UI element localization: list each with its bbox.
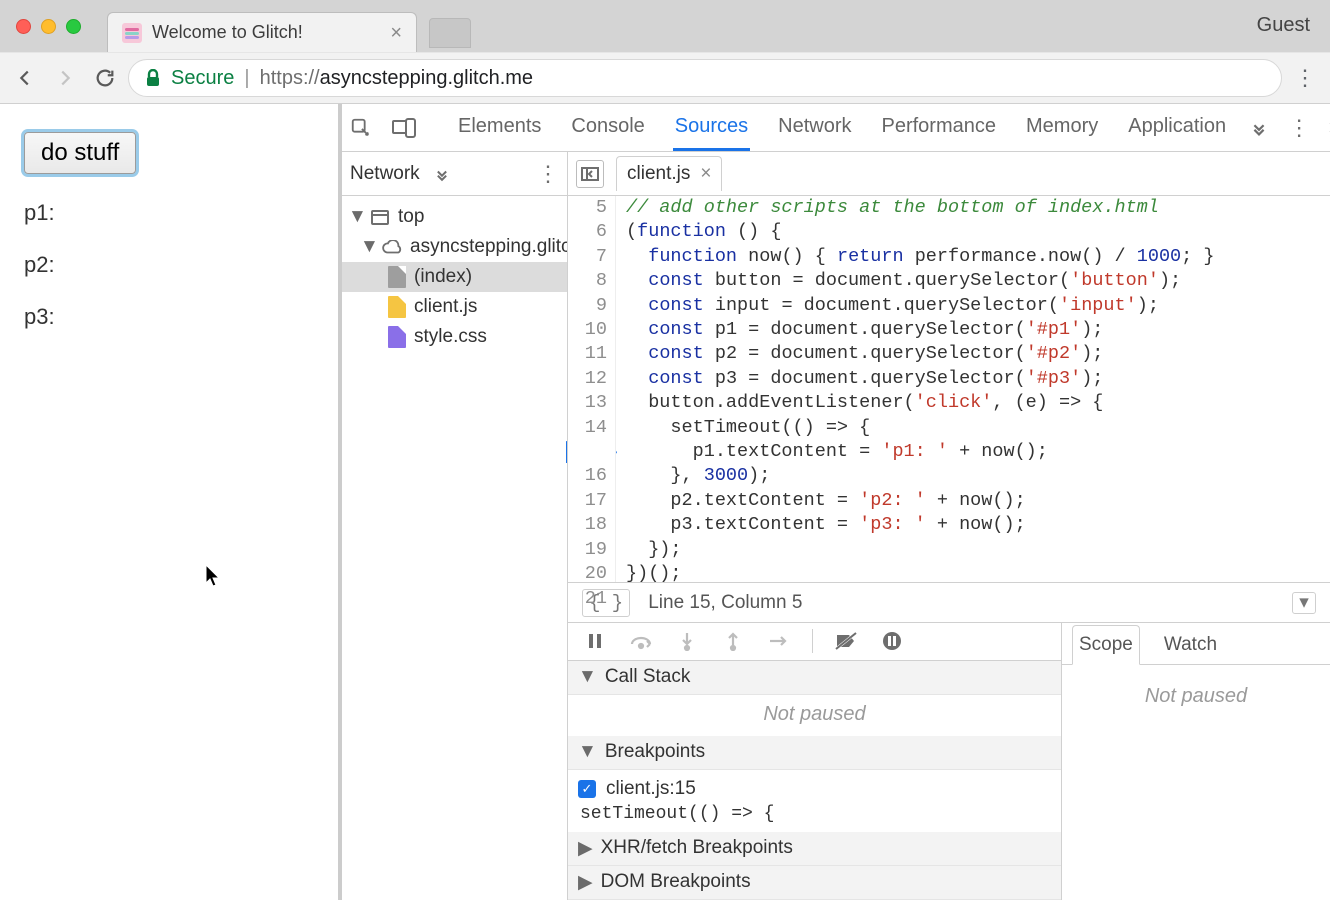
breakpoint-checkbox[interactable]: ✓ <box>578 780 596 798</box>
url: https://asyncstepping.glitch.me <box>260 67 533 90</box>
step-into-icon[interactable] <box>674 628 700 654</box>
devtools-tab-application[interactable]: Application <box>1126 105 1228 151</box>
file-tree: ▼ top ▼ asyncstepping.glitc (index) <box>342 196 567 900</box>
js-file-icon <box>388 296 406 318</box>
devtools-tab-performance[interactable]: Performance <box>880 105 999 151</box>
reload-button[interactable] <box>88 61 122 95</box>
omnibox-separator: | <box>244 67 249 90</box>
window-icon <box>370 207 390 227</box>
browser-tab[interactable]: Welcome to Glitch! × <box>107 12 417 52</box>
document-icon <box>388 266 406 288</box>
scope-tab[interactable]: Scope <box>1072 625 1140 665</box>
step-out-icon[interactable] <box>720 628 746 654</box>
debugger-pane: ▼Call Stack Not paused ▼Breakpoints ✓ cl… <box>568 622 1330 900</box>
page-viewport: do stuff p1: p2: p3: <box>0 104 342 900</box>
inspect-element-icon[interactable] <box>350 113 372 143</box>
css-file-icon <box>388 326 406 348</box>
devtools-tab-network[interactable]: Network <box>776 105 853 151</box>
device-toolbar-icon[interactable] <box>392 113 416 143</box>
devtools: Elements Console Sources Network Performance… <box>342 104 1330 900</box>
browser-menu-icon[interactable]: ⋮ <box>1288 65 1322 91</box>
tree-file-stylecss[interactable]: style.css <box>342 322 567 352</box>
file-tab-label: client.js <box>627 163 690 185</box>
tree-file-label: client.js <box>414 296 477 318</box>
secure-label: Secure <box>171 67 234 90</box>
navigator-overflow-icon[interactable] <box>432 164 452 184</box>
devtools-tab-elements[interactable]: Elements <box>456 105 543 151</box>
cursor-position: Line 15, Column 5 <box>648 592 802 614</box>
favicon-icon <box>122 23 142 43</box>
close-tab-icon[interactable]: × <box>390 23 402 43</box>
breakpoint-item[interactable]: ✓ client.js:15 setTimeout(() => { <box>568 770 1061 832</box>
navigator-mode[interactable]: Network <box>350 163 420 185</box>
devtools-menu-icon[interactable]: ⋮ <box>1288 115 1310 141</box>
breakpoint-snippet: setTimeout(() => { <box>580 804 1051 824</box>
deactivate-breakpoints-icon[interactable] <box>833 628 859 654</box>
tree-origin[interactable]: ▼ asyncstepping.glitc <box>342 232 567 262</box>
tab-title: Welcome to Glitch! <box>152 22 380 43</box>
pause-on-exceptions-icon[interactable] <box>879 628 905 654</box>
browser-toolbar: Secure | https://asyncstepping.glitch.me… <box>0 52 1330 104</box>
p1-label: p1: <box>24 200 314 226</box>
maximize-window-icon[interactable] <box>66 19 81 34</box>
scope-watch-tabs: Scope Watch <box>1062 623 1330 665</box>
debug-controls <box>568 623 1061 661</box>
sources-navigator: Network ⋮ ▼ top ▼ asyncstepp <box>342 152 568 900</box>
overflow-tabs-icon[interactable] <box>1248 117 1270 139</box>
tree-file-index[interactable]: (index) <box>342 262 567 292</box>
navigator-menu-icon[interactable]: ⋮ <box>537 161 559 187</box>
file-tab-clientjs[interactable]: client.js × <box>616 156 722 191</box>
dom-breakpoints-header[interactable]: ▶DOM Breakpoints <box>568 866 1061 900</box>
forward-button[interactable] <box>48 61 82 95</box>
tree-origin-label: asyncstepping.glitc <box>410 236 567 258</box>
tree-file-label: (index) <box>414 266 472 288</box>
breakpoints-header[interactable]: ▼Breakpoints <box>568 736 1061 770</box>
user-badge[interactable]: Guest <box>1257 14 1310 37</box>
callstack-header[interactable]: ▼Call Stack <box>568 661 1061 695</box>
source-statusbar: { } Line 15, Column 5 ▾ <box>568 582 1330 622</box>
breakpoint-label: client.js:15 <box>606 778 696 800</box>
address-bar[interactable]: Secure | https://asyncstepping.glitch.me <box>128 59 1282 97</box>
close-file-tab-icon[interactable]: × <box>700 163 711 185</box>
browser-tabbar: Welcome to Glitch! × Guest <box>0 0 1330 52</box>
window-controls <box>0 19 97 52</box>
scope-state: Not paused <box>1145 685 1247 708</box>
toggle-navigator-icon[interactable] <box>576 160 604 188</box>
mouse-cursor-icon <box>205 564 223 588</box>
lock-icon <box>145 69 161 87</box>
back-button[interactable] <box>8 61 42 95</box>
new-tab-button[interactable] <box>429 18 471 48</box>
tree-top[interactable]: ▼ top <box>342 202 567 232</box>
do-stuff-button[interactable]: do stuff <box>24 132 136 174</box>
step-over-icon[interactable] <box>628 628 654 654</box>
p3-label: p3: <box>24 304 314 330</box>
tree-file-label: style.css <box>414 326 487 348</box>
devtools-tab-sources[interactable]: Sources <box>673 105 750 151</box>
minimize-window-icon[interactable] <box>41 19 56 34</box>
devtools-tab-console[interactable]: Console <box>569 105 646 151</box>
source-editor: client.js × 5678910111213141516171819202… <box>568 152 1330 900</box>
step-icon[interactable] <box>766 628 792 654</box>
p2-label: p2: <box>24 252 314 278</box>
close-window-icon[interactable] <box>16 19 31 34</box>
devtools-tab-memory[interactable]: Memory <box>1024 105 1100 151</box>
pause-icon[interactable] <box>582 628 608 654</box>
cloud-icon <box>382 237 402 257</box>
toggle-sidebar-icon[interactable]: ▾ <box>1292 592 1316 614</box>
callstack-state: Not paused <box>568 695 1061 736</box>
tree-top-label: top <box>398 206 424 228</box>
devtools-tabbar: Elements Console Sources Network Performance… <box>342 104 1330 152</box>
tree-file-clientjs[interactable]: client.js <box>342 292 567 322</box>
xhr-breakpoints-header[interactable]: ▶XHR/fetch Breakpoints <box>568 832 1061 866</box>
watch-tab[interactable]: Watch <box>1158 626 1223 664</box>
code-area[interactable]: 56789101112131415161718192021 // add oth… <box>568 196 1330 582</box>
